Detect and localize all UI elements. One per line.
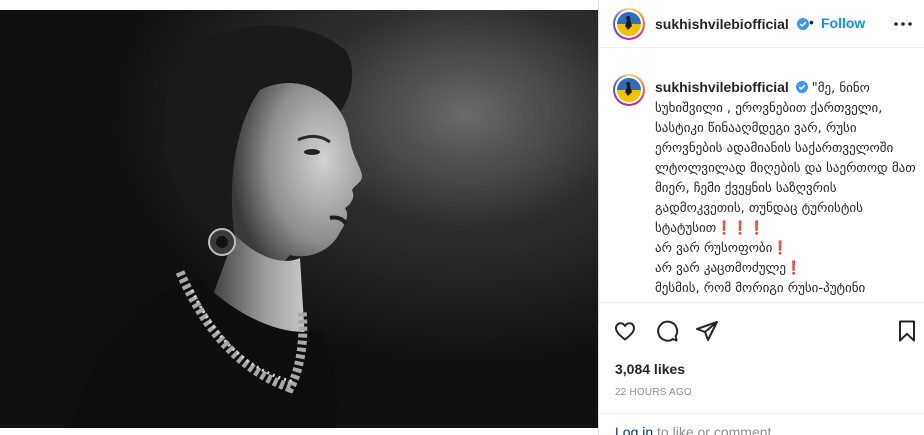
post-sidebar: sukhishvilebiofficial • Follow sukhishvi… (598, 0, 924, 435)
bookmark-icon (899, 320, 915, 342)
verified-badge-icon (797, 18, 809, 30)
post-timestamp[interactable]: 22 HOURS AGO (615, 387, 692, 398)
comments-section: sukhishvilebiofficial "მე, ნინო სუხიშვილ… (599, 60, 924, 300)
caption: sukhishvilebiofficial "მე, ნინო სუხიშვილ… (655, 78, 917, 298)
action-bar (599, 319, 924, 349)
avatar[interactable] (613, 8, 645, 40)
like-button[interactable] (613, 319, 641, 347)
login-bar: Log in to like or comment. (599, 413, 924, 435)
caption-text: "მე, ნინო სუხიშვილი , ეროვნებით ქართველი… (655, 81, 916, 296)
share-button[interactable] (695, 319, 723, 347)
verified-badge-icon (795, 81, 808, 93)
caption-avatar[interactable] (613, 74, 645, 106)
avatar-logo-icon (617, 12, 641, 36)
login-link[interactable]: Log in (615, 424, 653, 435)
save-button[interactable] (895, 319, 923, 347)
heart-icon (615, 322, 635, 341)
login-prompt-text: to like or comment. (653, 424, 776, 435)
post-photo[interactable] (0, 10, 598, 428)
header-separator: • (809, 14, 814, 30)
caption-username[interactable]: sukhishvilebiofficial (655, 79, 789, 95)
avatar-logo-icon (617, 78, 641, 102)
post-media-pane (0, 0, 598, 435)
share-icon (696, 321, 718, 341)
post-header: sukhishvilebiofficial • Follow (599, 0, 924, 48)
likes-count[interactable]: 3,084 likes (615, 361, 685, 377)
more-options-icon[interactable] (891, 14, 915, 34)
post-actions-area: 3,084 likes 22 HOURS AGO Log in to like … (599, 302, 924, 435)
portrait-image (0, 10, 598, 428)
comment-icon (657, 320, 679, 342)
follow-button[interactable]: Follow (821, 15, 865, 31)
header-username[interactable]: sukhishvilebiofficial (655, 16, 789, 32)
login-prompt: Log in to like or comment. (615, 424, 775, 435)
comment-button[interactable] (655, 319, 683, 347)
